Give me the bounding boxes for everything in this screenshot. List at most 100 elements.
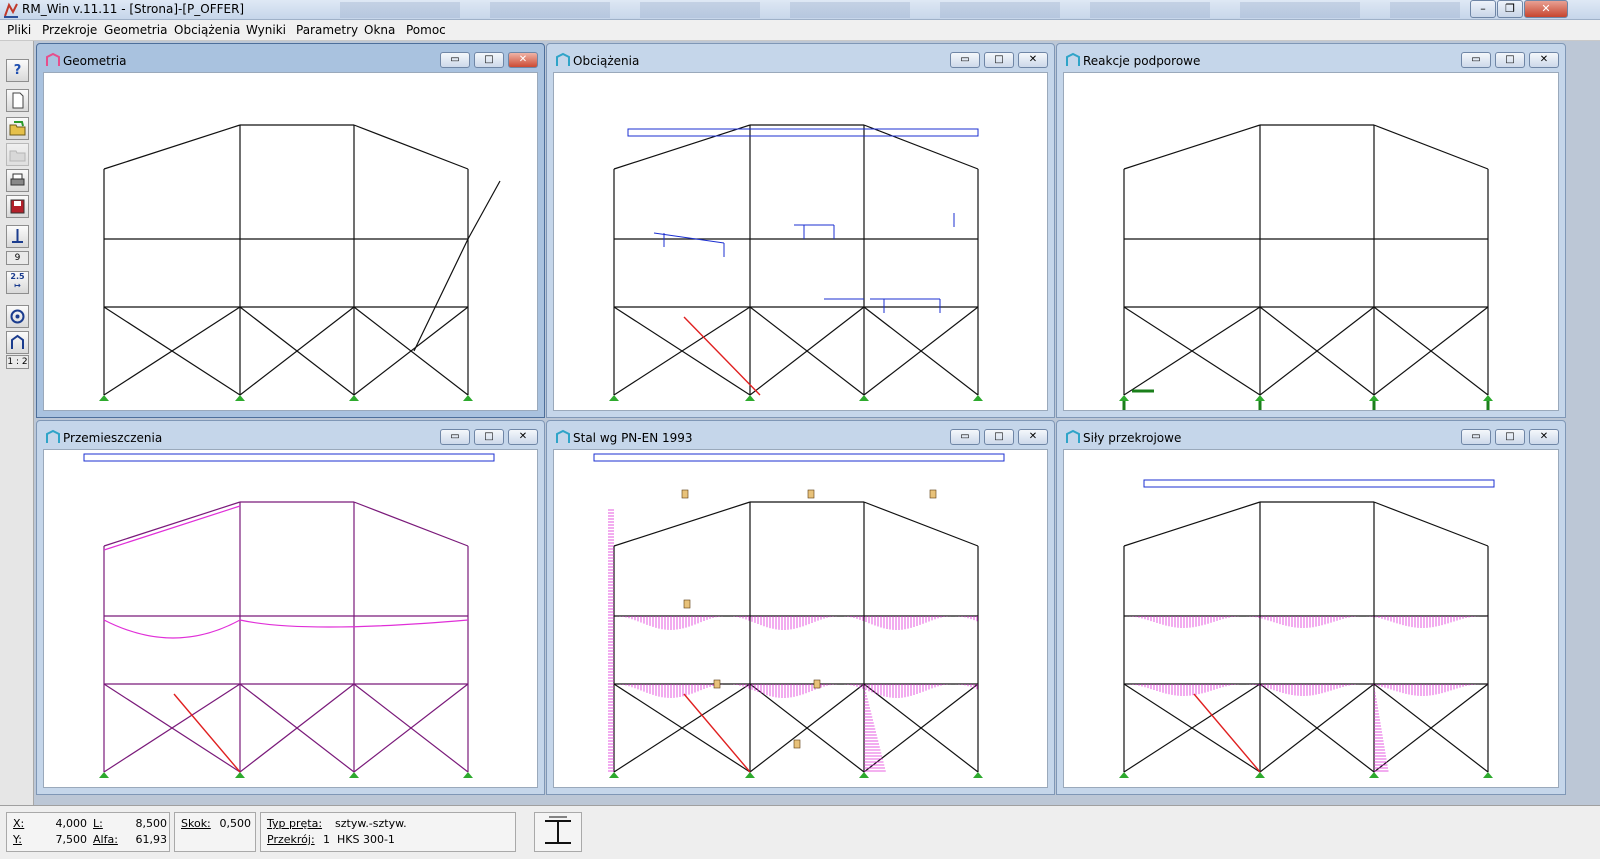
new-file-icon[interactable] (6, 89, 29, 112)
window-minimize-button[interactable]: ▭ (950, 52, 980, 68)
x-value: 4,000 (55, 817, 88, 830)
window-restore-button[interactable]: □ (474, 429, 504, 445)
support-icon (1483, 395, 1493, 401)
menu-pomoc[interactable]: Pomoc (406, 23, 446, 37)
frame-member (1373, 124, 1489, 170)
left-toolbar: ? 9 2.5 ↦ 1 : 2 (0, 41, 34, 805)
structure-drawing (609, 124, 983, 401)
frame-member (863, 501, 979, 547)
zoom-icon[interactable] (6, 305, 29, 328)
help-icon[interactable]: ? (6, 59, 29, 82)
frame-member (103, 124, 241, 170)
sketch-line (413, 180, 501, 352)
coords-group: X: 4,000 L: 8,500 Y: 7,500 Alfa: 61,93 (6, 812, 170, 852)
support-icon (1255, 395, 1265, 401)
support-icon (349, 395, 359, 401)
window-minimize-button[interactable]: ▭ (1461, 52, 1491, 68)
support-icon (745, 772, 755, 778)
section-icon (545, 816, 571, 844)
window-title: RM_Win v.11.11 - [Strona]-[P_OFFER] (22, 2, 245, 16)
distributed-load (83, 453, 495, 462)
drawing-canvas[interactable] (1063, 449, 1559, 788)
drawing-canvas[interactable] (43, 449, 538, 788)
window-sily[interactable]: Siły przekrojowe ▭ □ ✕ (1056, 420, 1566, 795)
utilization-badge (813, 679, 821, 689)
window-obciazenia[interactable]: Obciążenia ▭ □ ✕ (546, 43, 1055, 418)
title-bar: RM_Win v.11.11 - [Strona]-[P_OFFER] – ❐ … (0, 0, 1600, 20)
minimize-button[interactable]: – (1470, 0, 1496, 18)
window-close-button[interactable]: ✕ (508, 429, 538, 445)
window-restore-button[interactable]: □ (984, 429, 1014, 445)
window-restore-button[interactable]: □ (1495, 429, 1525, 445)
window-restore-button[interactable]: □ (984, 52, 1014, 68)
utilization-badge (793, 739, 801, 749)
frame-member (613, 501, 751, 547)
utilization-badge (683, 599, 691, 609)
frame-member (353, 124, 469, 170)
window-reakcje[interactable]: Reakcje podporowe ▭ □ ✕ (1056, 43, 1566, 418)
l-label: L: (93, 817, 103, 830)
window-restore-button[interactable]: □ (1495, 52, 1525, 68)
window-stal[interactable]: Stal wg PN-EN 1993 ▭ □ ✕ (546, 420, 1055, 795)
support-icon (609, 395, 619, 401)
window-frame-icon (556, 52, 570, 66)
open-folder-icon[interactable] (6, 117, 29, 140)
window-close-button[interactable]: ✕ (1529, 429, 1559, 445)
dimension-icon[interactable]: 2.5 ↦ (6, 271, 29, 294)
window-title: Geometria (63, 54, 127, 68)
frame-member (353, 501, 469, 547)
node-load-icon[interactable] (6, 225, 29, 248)
menu-geometria[interactable]: Geometria (104, 23, 167, 37)
window-minimize-button[interactable]: ▭ (440, 429, 470, 445)
l-value: 8,500 (135, 817, 168, 830)
save-icon[interactable] (6, 195, 29, 218)
section-preview[interactable] (534, 812, 582, 852)
menu-wyniki[interactable]: Wyniki (246, 23, 286, 37)
drawing-canvas[interactable] (553, 449, 1048, 788)
print-icon[interactable] (6, 169, 29, 192)
frame-member (863, 124, 979, 170)
support-icon (463, 772, 473, 778)
scale-label[interactable]: 1 : 2 (6, 355, 29, 369)
menu-parametry[interactable]: Parametry (296, 23, 358, 37)
y-label: Y: (13, 833, 22, 846)
folder-disabled-icon (6, 143, 29, 166)
support-icon (609, 772, 619, 778)
restore-button[interactable]: ❐ (1497, 0, 1523, 18)
window-close-button[interactable]: ✕ (508, 52, 538, 68)
window-close-button[interactable]: ✕ (1529, 52, 1559, 68)
window-geometria[interactable]: Geometria ▭ □ ✕ (36, 43, 545, 418)
deformed-shape (103, 505, 469, 639)
window-close-button[interactable]: ✕ (1018, 429, 1048, 445)
menu-okna[interactable]: Okna (364, 23, 395, 37)
snap-group: Skok: 0,500 (174, 812, 256, 852)
window-minimize-button[interactable]: ▭ (440, 52, 470, 68)
support-icon (1119, 772, 1129, 778)
drawing-canvas[interactable] (553, 72, 1048, 411)
x-label: X: (13, 817, 25, 830)
support-icon (99, 395, 109, 401)
window-przemieszczenia[interactable]: Przemieszczenia ▭ □ ✕ (36, 420, 545, 795)
menu-przekroje[interactable]: Przekroje (42, 23, 97, 37)
window-minimize-button[interactable]: ▭ (1461, 429, 1491, 445)
window-close-button[interactable]: ✕ (1018, 52, 1048, 68)
y-value: 7,500 (55, 833, 88, 846)
window-restore-button[interactable]: □ (474, 52, 504, 68)
frame-icon[interactable] (6, 331, 29, 354)
support-icon (859, 772, 869, 778)
drawing-canvas[interactable] (1063, 72, 1559, 411)
frame-member (613, 124, 751, 170)
dimension-label: 2.5 (10, 272, 25, 281)
label-9[interactable]: 9 (6, 251, 29, 265)
close-button[interactable]: ✕ (1524, 0, 1568, 18)
menu-obciazenia[interactable]: Obciążenia (174, 23, 240, 37)
window-minimize-button[interactable]: ▭ (950, 429, 980, 445)
support-icon (973, 395, 983, 401)
menu-pliki[interactable]: Pliki (7, 23, 31, 37)
frame-member (1123, 501, 1261, 547)
support-icon (235, 772, 245, 778)
frame-member (1373, 501, 1489, 547)
drawing-canvas[interactable] (43, 72, 538, 411)
window-title: Stal wg PN-EN 1993 (573, 431, 693, 445)
utilization-badge (681, 489, 689, 499)
